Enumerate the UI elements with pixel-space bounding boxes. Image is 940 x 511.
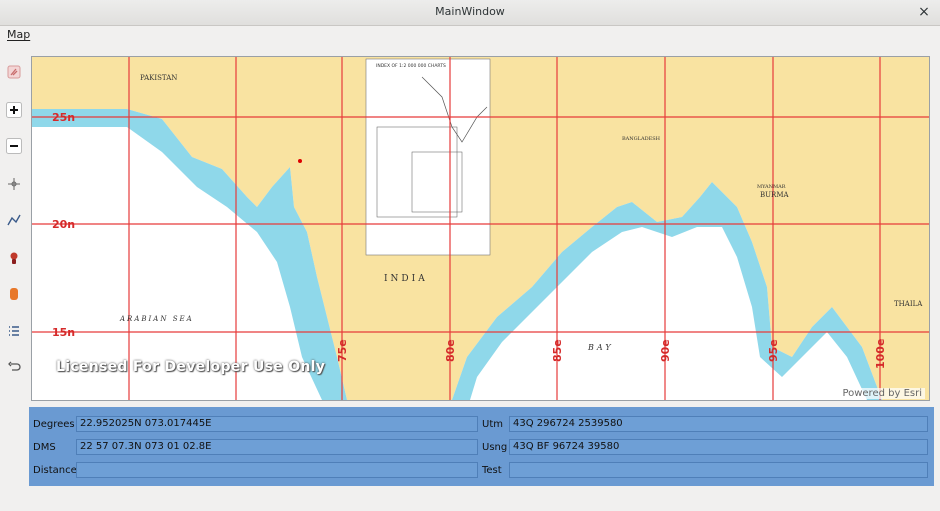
lon-label: 75e	[336, 339, 349, 362]
country-label: PAKISTAN	[140, 74, 177, 82]
polyline-icon[interactable]	[4, 210, 24, 230]
pin-marker-icon[interactable]	[4, 248, 24, 268]
country-label: INDIA	[384, 274, 428, 284]
close-icon[interactable]: ×	[916, 4, 932, 20]
usng-field[interactable]: 43Q BF 96724 39580	[509, 439, 928, 455]
list-icon[interactable]	[4, 321, 24, 341]
coordinate-panel: Degrees 22.952025N 073.017445E DMS 22 57…	[29, 407, 934, 486]
lon-label: 100e	[874, 339, 887, 369]
degrees-label: Degrees	[33, 419, 75, 430]
window-title: MainWindow	[435, 5, 505, 18]
crosshair-icon[interactable]	[4, 174, 24, 194]
lat-label: 25n	[52, 111, 75, 124]
sea-label: ARABIAN SEA	[119, 315, 194, 323]
test-field[interactable]	[509, 462, 928, 478]
lon-label: 95e	[767, 339, 780, 362]
window-titlebar: MainWindow ×	[0, 0, 940, 26]
distance-label: Distance	[33, 465, 77, 476]
utm-label: Utm	[482, 419, 503, 430]
lat-label: 20n	[52, 218, 75, 231]
menubar: Map	[0, 26, 940, 44]
map-view[interactable]: INDEX OF 1:2 000 000 CHARTS 25n 20n 15n …	[31, 56, 930, 401]
sea-label: BAY	[587, 343, 614, 352]
index-inset	[365, 58, 491, 256]
degrees-field[interactable]: 22.952025N 073.017445E	[76, 416, 478, 432]
location-marker	[298, 159, 302, 163]
eraser-icon[interactable]	[4, 62, 24, 82]
nautical-chart: INDEX OF 1:2 000 000 CHARTS 25n 20n 15n …	[32, 57, 929, 400]
country-label: MYANMAR	[757, 184, 786, 190]
dms-field[interactable]: 22 57 07.3N 073 01 02.8E	[76, 439, 478, 455]
esri-attribution[interactable]: Powered by Esri	[839, 388, 925, 399]
country-label: THAILA	[894, 300, 923, 308]
distance-field[interactable]	[76, 462, 478, 478]
undo-icon[interactable]	[4, 357, 24, 377]
lat-label: 15n	[52, 326, 75, 339]
lon-label: 90e	[659, 339, 672, 362]
zoom-in-icon[interactable]	[4, 100, 24, 120]
dms-label: DMS	[33, 442, 56, 453]
country-label: BANGLADESH	[622, 136, 661, 142]
lon-label: 85e	[551, 339, 564, 362]
polygon-shape-icon[interactable]	[4, 284, 24, 304]
usng-label: Usng	[482, 442, 508, 453]
menu-map[interactable]: Map	[7, 28, 30, 41]
bay-of-bengal-water	[452, 182, 882, 400]
license-watermark: Licensed For Developer Use Only	[56, 359, 326, 375]
country-label: BURMA	[760, 191, 789, 199]
zoom-out-icon[interactable]	[4, 136, 24, 156]
inset-title: INDEX OF 1:2 000 000 CHARTS	[376, 63, 446, 69]
lon-label: 80e	[444, 339, 457, 362]
utm-field[interactable]: 43Q 296724 2539580	[509, 416, 928, 432]
test-label: Test	[482, 465, 502, 476]
